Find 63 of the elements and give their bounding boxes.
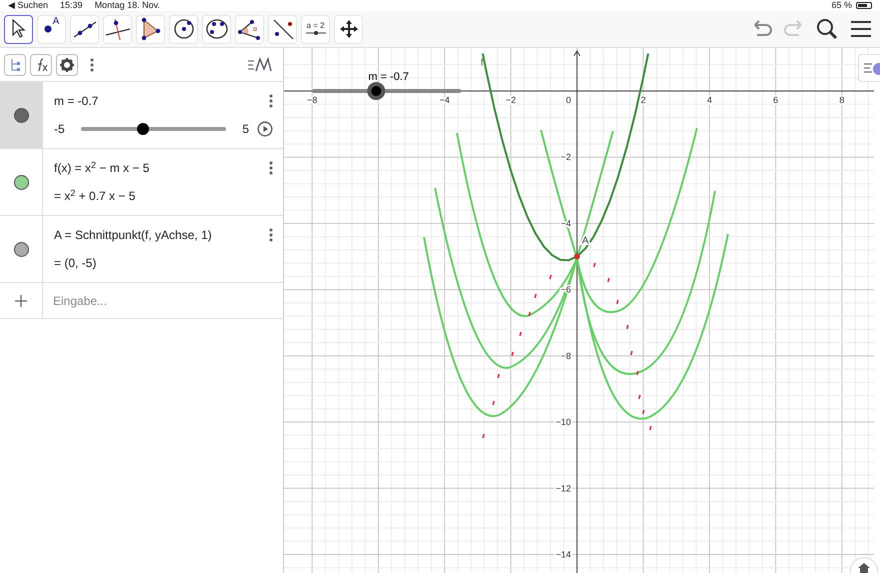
battery-icon bbox=[856, 2, 872, 9]
sort-description-icon[interactable] bbox=[247, 56, 273, 72]
status-date: Montag 18. Nov. bbox=[94, 1, 160, 10]
definition-text[interactable]: A = Schnittpunkt(f, yAchse, 1) bbox=[54, 226, 212, 244]
x-tick-label: −8 bbox=[307, 95, 318, 106]
undo-icon[interactable] bbox=[752, 20, 774, 38]
x-tick-label: 2 bbox=[640, 95, 646, 106]
y-tick-label: −2 bbox=[560, 152, 572, 162]
tool-label: A bbox=[52, 17, 60, 27]
cursor-arrow-icon bbox=[10, 19, 26, 39]
circle-center-icon bbox=[172, 18, 194, 40]
visibility-toggle[interactable] bbox=[0, 82, 42, 148]
triangle-polygon-icon bbox=[140, 17, 162, 41]
function-label: f bbox=[480, 58, 484, 69]
settings-button[interactable] bbox=[56, 54, 78, 76]
more-options-icon[interactable] bbox=[269, 94, 273, 108]
intersection-point[interactable] bbox=[574, 254, 580, 260]
graph-slider-thumb[interactable] bbox=[367, 82, 386, 100]
slider-thumb[interactable] bbox=[137, 123, 150, 135]
x-tick-label: −2 bbox=[506, 95, 516, 106]
definition-text[interactable]: f(x) = x$^{2}$ − m x − 5 bbox=[54, 159, 150, 177]
style-bar-button[interactable] bbox=[858, 54, 880, 82]
settings-icon bbox=[60, 58, 74, 72]
x-tick-label: 8 bbox=[839, 95, 844, 106]
reflect-line-icon bbox=[270, 17, 294, 41]
tree-list-icon bbox=[9, 58, 21, 72]
slider-min: -5 bbox=[54, 121, 65, 138]
y-tick-label: −10 bbox=[556, 417, 572, 428]
origin-label: 0 bbox=[566, 95, 572, 106]
tool-button[interactable]: A bbox=[37, 14, 66, 44]
tool-button[interactable] bbox=[4, 14, 33, 44]
function-input-button[interactable] bbox=[30, 54, 52, 76]
perpendicular-line-icon bbox=[104, 17, 130, 41]
add-icon[interactable] bbox=[15, 294, 27, 306]
x-tick-label: 6 bbox=[773, 95, 778, 106]
home-icon bbox=[858, 563, 870, 573]
slider-label: m = -0.7 bbox=[368, 71, 409, 84]
y-tick-label: −8 bbox=[560, 350, 572, 361]
function-graph-line[interactable] bbox=[482, 53, 650, 262]
more-options-icon[interactable] bbox=[90, 58, 94, 72]
more-options-icon[interactable] bbox=[269, 228, 273, 242]
input-field[interactable]: Eingabe... bbox=[42, 283, 283, 318]
menu-icon[interactable] bbox=[850, 20, 872, 38]
value-text: = x$^{2}$ + 0.7 x − 5 bbox=[54, 187, 136, 205]
more-options-icon[interactable] bbox=[269, 161, 273, 175]
x-tick-label: −4 bbox=[439, 95, 450, 106]
back-link[interactable]: ◀ Suchen bbox=[8, 1, 48, 10]
style-bar-icon bbox=[863, 60, 880, 76]
point-icon bbox=[44, 25, 52, 33]
value-text: = (0, -5) bbox=[54, 255, 98, 272]
ellipse-points-icon bbox=[204, 18, 228, 40]
tool-button[interactable]: a = 2 bbox=[301, 14, 330, 44]
x-tick-label: 4 bbox=[706, 95, 712, 106]
battery-percent: 65 % bbox=[831, 1, 852, 10]
line-through-points-icon bbox=[72, 19, 96, 39]
slider-max: 5 bbox=[242, 121, 249, 138]
y-tick-label: −12 bbox=[556, 483, 572, 494]
status-time: 15:39 bbox=[60, 1, 83, 10]
play-icon[interactable] bbox=[257, 121, 273, 137]
search-icon[interactable] bbox=[816, 18, 838, 40]
definition-text[interactable]: m = -0.7 bbox=[54, 92, 98, 110]
move-arrows-icon bbox=[338, 19, 358, 39]
y-tick-label: −14 bbox=[556, 549, 572, 560]
